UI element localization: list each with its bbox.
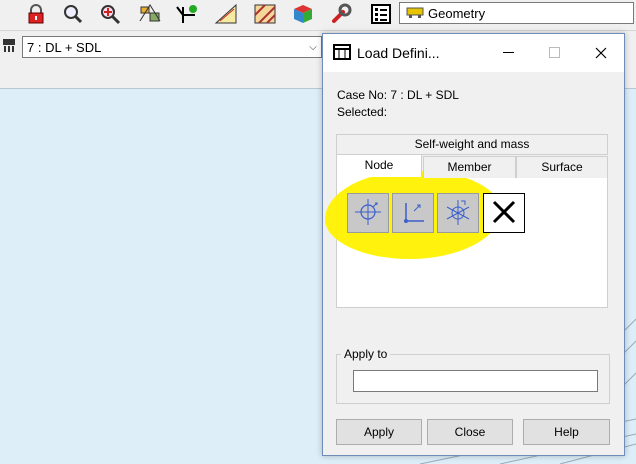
tab-self-weight[interactable]: Self-weight and mass — [336, 134, 608, 155]
minimize-icon[interactable] — [486, 34, 532, 72]
load-case-combo[interactable]: 7 : DL + SDL ⌵ — [22, 36, 322, 58]
case-no-text: Case No: 7 : DL + SDL — [337, 88, 459, 102]
apply-to-label: Apply to — [341, 347, 391, 361]
page-list-icon[interactable] — [367, 1, 395, 27]
dialog-titlebar[interactable]: Load Defini... — [323, 34, 624, 72]
tab-surface[interactable]: Surface — [516, 156, 608, 178]
main-toolbar: Geometry — [0, 0, 636, 31]
dialog-app-icon — [333, 43, 351, 63]
cube-icon[interactable] — [289, 1, 317, 27]
structure-icon[interactable] — [136, 1, 164, 27]
hatch-tool-icon[interactable] — [251, 1, 279, 27]
close-button[interactable]: Close — [427, 419, 513, 445]
maximize-icon[interactable] — [532, 34, 578, 72]
wrench-icon[interactable] — [327, 1, 355, 27]
close-icon[interactable] — [578, 34, 624, 72]
axes-node-icon[interactable] — [173, 1, 201, 27]
selected-text: Selected: — [337, 105, 388, 119]
tab-node[interactable]: Node — [336, 154, 422, 177]
delete-load-icon — [491, 199, 517, 228]
apply-to-input[interactable] — [353, 370, 598, 392]
triangle-tool-icon[interactable] — [212, 1, 240, 27]
dialog-title: Load Defini... — [357, 45, 440, 61]
node-displacement-button[interactable] — [392, 193, 434, 233]
geometry-combo[interactable]: Geometry — [399, 2, 634, 24]
load-definition-dialog: Load Defini... Case No: 7 : DL + SDL Sel… — [322, 33, 625, 456]
node-force-button[interactable] — [347, 193, 389, 233]
geometry-label: Geometry — [428, 5, 486, 21]
node-tab-panel — [325, 171, 608, 308]
delete-load-button[interactable] — [483, 193, 525, 233]
node-force-icon — [353, 197, 383, 230]
node-spring-icon — [443, 197, 473, 230]
help-button[interactable]: Help — [523, 419, 610, 445]
load-case-value: 7 : DL + SDL — [27, 39, 102, 55]
magnifier-icon[interactable] — [59, 1, 87, 27]
zoom-target-icon[interactable] — [96, 1, 124, 27]
chevron-down-icon[interactable]: ⌵ — [305, 42, 321, 53]
load-case-icon — [2, 38, 16, 57]
node-spring-button[interactable] — [437, 193, 479, 233]
node-displacement-icon — [398, 197, 428, 230]
lock-icon[interactable] — [22, 1, 50, 27]
tab-member[interactable]: Member — [423, 156, 516, 178]
apply-button[interactable]: Apply — [336, 419, 422, 445]
geometry-icon — [406, 5, 424, 22]
